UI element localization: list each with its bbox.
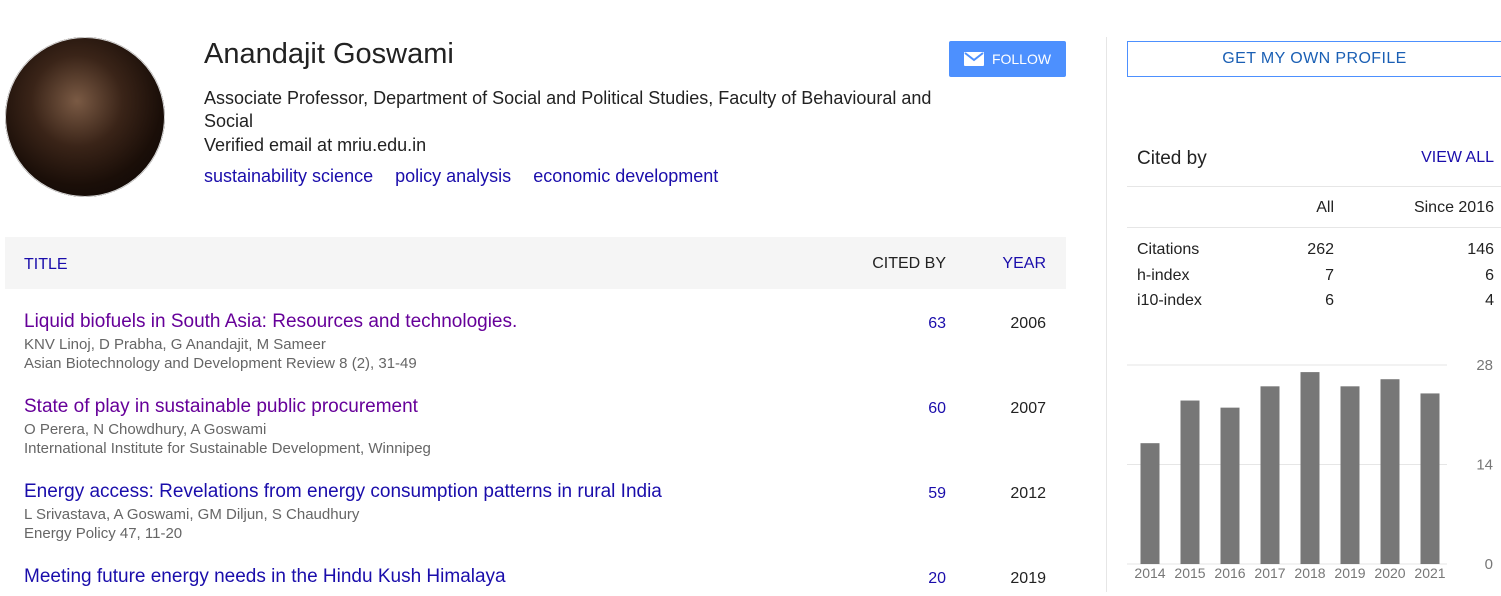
follow-button-label: FOLLOW — [991, 51, 1052, 67]
sort-by-year-link[interactable]: YEAR — [1002, 255, 1046, 273]
metric-since: 4 — [1485, 292, 1494, 309]
view-all-link[interactable]: VIEW ALL — [1421, 149, 1494, 167]
profile-affiliation: Associate Professor, Department of Socia… — [204, 88, 932, 131]
x-tick-label: 2019 — [1334, 565, 1365, 581]
metric-since: 146 — [1467, 241, 1494, 258]
publications-table-header: TITLE CITED BY YEAR — [5, 237, 1066, 289]
cited-by-count-link[interactable]: 20 — [928, 570, 946, 588]
metric-all: 7 — [1325, 267, 1334, 284]
metric-all: 262 — [1307, 241, 1334, 258]
metric-since: 6 — [1485, 267, 1494, 284]
x-tick-label: 2018 — [1294, 565, 1325, 581]
bar-2019[interactable] — [1340, 386, 1360, 564]
x-tick-label: 2017 — [1254, 565, 1285, 581]
divider — [1127, 227, 1501, 228]
cited-by-count-link[interactable]: 60 — [928, 400, 946, 418]
publication-title-link[interactable]: Meeting future energy needs in the Hindu… — [24, 566, 1046, 588]
publication-year: 2019 — [1010, 570, 1046, 587]
metrics-row-i10-index: i10-index 6 4 — [1137, 292, 1494, 312]
publication-authors: O Perera, N Chowdhury, A Goswami — [24, 421, 267, 438]
publication-title-link[interactable]: Liquid biofuels in South Asia: Resources… — [24, 311, 1046, 333]
x-tick-label: 2014 — [1134, 565, 1165, 581]
bar-2016[interactable] — [1220, 407, 1240, 564]
bar-2020[interactable] — [1380, 379, 1400, 564]
publication-authors: L Srivastava, A Goswami, GM Diljun, S Ch… — [24, 506, 360, 523]
y-tick-label: 28 — [1476, 357, 1493, 374]
publication-authors: KNV Linoj, D Prabha, G Anandajit, M Same… — [24, 336, 326, 353]
publication-title-link[interactable]: Energy access: Revelations from energy c… — [24, 481, 1046, 503]
cited-by-column-header: CITED BY — [872, 255, 946, 272]
interest-link-policy-analysis[interactable]: policy analysis — [395, 166, 511, 186]
bar-2015[interactable] — [1180, 400, 1200, 564]
cited-by-col-all: All — [1316, 199, 1334, 216]
profile-interests: sustainability science policy analysis e… — [204, 166, 735, 187]
metric-label: h-index — [1137, 267, 1190, 284]
divider — [1127, 186, 1501, 187]
cited-by-count-link[interactable]: 63 — [928, 315, 946, 333]
metric-label: i10-index — [1137, 292, 1202, 309]
envelope-icon — [963, 52, 984, 66]
metric-all: 6 — [1325, 292, 1334, 309]
y-tick-label: 0 — [1485, 556, 1493, 573]
cited-by-col-since: Since 2016 — [1413, 199, 1494, 216]
bar-2014[interactable] — [1140, 443, 1160, 564]
get-my-own-profile-button[interactable]: GET MY OWN PROFILE — [1127, 41, 1501, 77]
y-tick-label: 14 — [1476, 457, 1493, 474]
x-tick-label: 2020 — [1374, 565, 1405, 581]
cited-by-count-link[interactable]: 59 — [928, 485, 946, 503]
bar-2017[interactable] — [1260, 386, 1280, 564]
bar-2021[interactable] — [1420, 393, 1440, 564]
publication-year: 2012 — [1010, 485, 1046, 502]
x-tick-label: 2016 — [1214, 565, 1245, 581]
metrics-row-citations: Citations 262 146 — [1137, 241, 1494, 261]
metric-label: Citations — [1137, 241, 1200, 258]
table-row: Liquid biofuels in South Asia: Resources… — [24, 311, 1046, 393]
publication-year: 2006 — [1010, 315, 1046, 332]
metrics-row-h-index: h-index 7 6 — [1137, 267, 1494, 287]
profile-email: Verified email at mriu.edu.in — [204, 135, 427, 155]
x-tick-label: 2021 — [1414, 565, 1445, 581]
citations-per-year-chart: 0 14 28 2014 2015 2016 2017 2018 2019 2020 2021 — [1127, 357, 1493, 581]
interest-link-sustainability-science[interactable]: sustainability science — [204, 166, 373, 186]
bar-2018[interactable] — [1300, 372, 1320, 564]
table-row: Energy access: Revelations from energy c… — [24, 481, 1046, 563]
publication-year: 2007 — [1010, 400, 1046, 417]
follow-button[interactable]: FOLLOW — [949, 41, 1066, 77]
sort-by-title-link[interactable]: TITLE — [24, 256, 68, 274]
publication-venue: Asian Biotechnology and Development Revi… — [24, 355, 417, 372]
profile-avatar — [5, 37, 165, 197]
table-row: State of play in sustainable public proc… — [24, 396, 1046, 478]
table-row: Meeting future energy needs in the Hindu… — [24, 566, 1046, 596]
profile-name: Anandajit Goswami — [204, 38, 454, 70]
interest-link-economic-development[interactable]: economic development — [533, 166, 718, 186]
publication-title-link[interactable]: State of play in sustainable public proc… — [24, 396, 1046, 418]
cited-by-heading: Cited by — [1137, 148, 1207, 169]
x-tick-label: 2015 — [1174, 565, 1205, 581]
publication-venue: International Institute for Sustainable … — [24, 440, 431, 457]
publication-venue: Energy Policy 47, 11-20 — [24, 525, 183, 542]
column-divider — [1106, 37, 1107, 592]
